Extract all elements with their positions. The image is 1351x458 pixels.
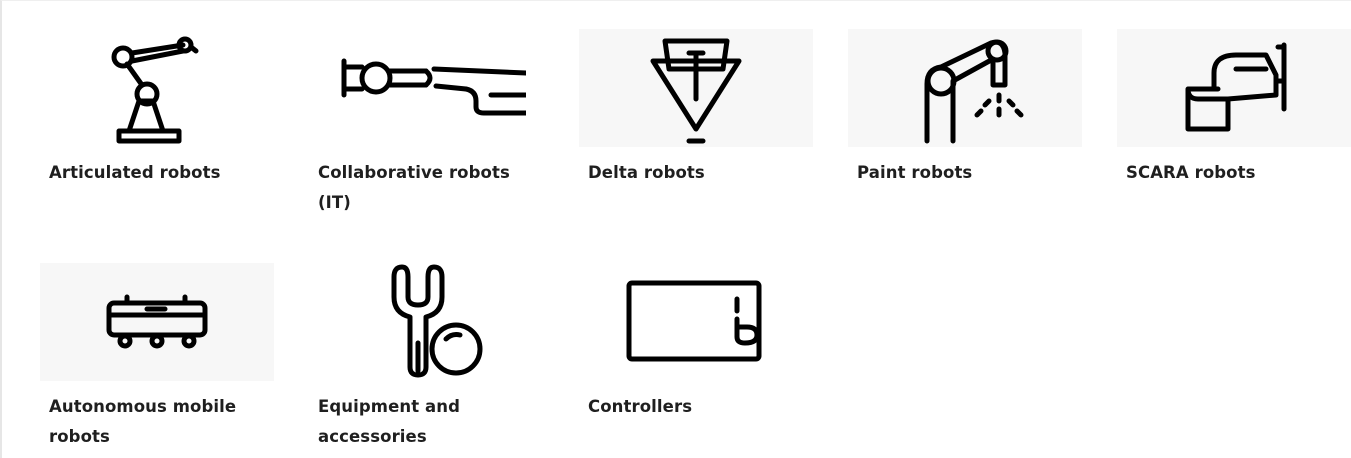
- mobile-robot-icon: [106, 294, 208, 349]
- articulated-robot-icon: [111, 36, 199, 144]
- category-articulated-robots[interactable]: Articulated robots: [40, 29, 274, 188]
- category-image: [579, 263, 813, 381]
- category-label: Autonomous mobile robots: [49, 397, 237, 446]
- category-controllers[interactable]: Controllers: [579, 263, 813, 422]
- category-paint-robots[interactable]: Paint robots: [848, 29, 1082, 188]
- collaborative-robot-icon: [341, 58, 526, 116]
- category-label: Delta robots: [588, 163, 705, 182]
- controller-icon: [626, 280, 762, 362]
- category-image: [40, 29, 274, 147]
- category-collaborative-robots[interactable]: Collaborative robots (IT): [309, 29, 543, 218]
- category-label: Articulated robots: [49, 163, 221, 182]
- category-equipment-and-accessories[interactable]: Equipment and accessories: [309, 263, 543, 452]
- category-label: SCARA robots: [1126, 163, 1256, 182]
- scara-robot-icon: [1185, 42, 1287, 132]
- category-label: Collaborative robots (IT): [318, 163, 510, 212]
- category-image: [309, 29, 543, 147]
- category-delta-robots[interactable]: Delta robots: [579, 29, 813, 188]
- delta-robot-icon: [650, 38, 742, 144]
- category-label: Paint robots: [857, 163, 973, 182]
- category-scara-robots[interactable]: SCARA robots: [1117, 29, 1351, 188]
- category-image: [579, 29, 813, 147]
- category-label: Equipment and accessories: [318, 397, 461, 446]
- category-image: [848, 29, 1082, 147]
- category-image: [1117, 29, 1351, 147]
- product-category-grid: Articulated robots Collaborative robots …: [0, 0, 1351, 458]
- category-image: [309, 263, 543, 381]
- gripper-icon: [391, 264, 483, 378]
- category-label: Controllers: [588, 397, 693, 416]
- category-autonomous-mobile-robots[interactable]: Autonomous mobile robots: [40, 263, 274, 452]
- paint-robot-icon: [924, 39, 1024, 144]
- category-image: [40, 263, 274, 381]
